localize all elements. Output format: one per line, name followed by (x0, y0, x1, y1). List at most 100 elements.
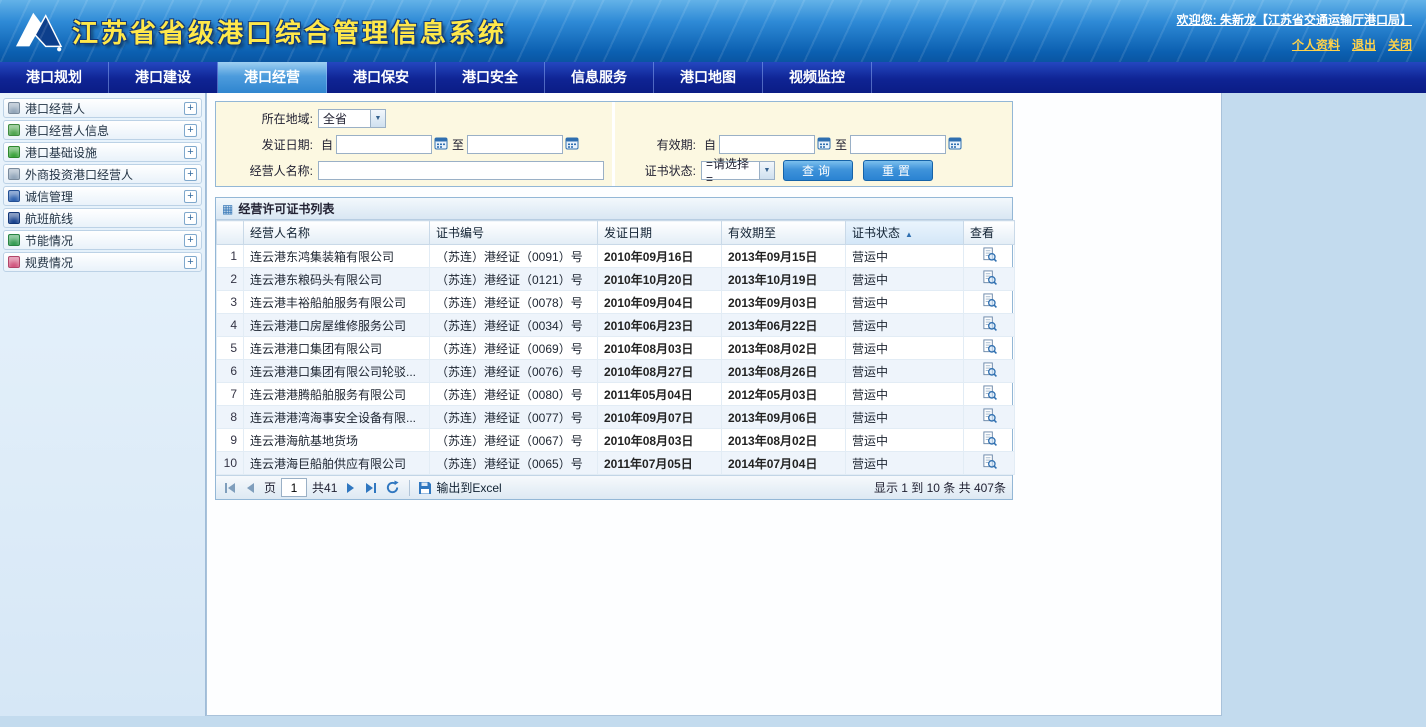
cell-view (964, 291, 1015, 314)
view-icon (982, 408, 997, 423)
cell-cert-number: （苏连）港经证（0121）号 (430, 268, 598, 291)
operator-name-input[interactable] (318, 161, 604, 180)
view-button[interactable] (981, 430, 998, 450)
expand-button[interactable]: + (184, 212, 197, 225)
table-row[interactable]: 1连云港东鸿集装箱有限公司（苏连）港经证（0091）号2010年09月16日20… (217, 245, 1015, 268)
nav-tab-port-planning[interactable]: 港口规划 (0, 62, 109, 93)
chevron-down-icon: ▼ (759, 162, 774, 179)
search-button[interactable]: 查询 (783, 160, 853, 181)
next-page-button[interactable] (342, 481, 358, 495)
prev-page-icon (244, 481, 258, 495)
view-button[interactable] (981, 338, 998, 358)
view-button[interactable] (981, 407, 998, 427)
nav-tab-port-map[interactable]: 港口地图 (654, 62, 763, 93)
cert-status-select[interactable]: =请选择= ▼ (701, 161, 775, 180)
nav-tab-port-construction[interactable]: 港口建设 (109, 62, 218, 93)
to-label: 至 (835, 136, 847, 153)
expand-button[interactable]: + (184, 234, 197, 247)
nav-tab-info-service[interactable]: 信息服务 (545, 62, 654, 93)
export-excel-button[interactable]: 输出到Excel (418, 479, 501, 496)
region-select[interactable]: 全省 ▼ (318, 109, 386, 128)
sidebar: 港口经营人+港口经营人信息+港口基础设施+外商投资港口经营人+诚信管理+航班航线… (0, 93, 206, 716)
table-row[interactable]: 10连云港海巨船舶供应有限公司（苏连）港经证（0065）号2011年07月05日… (217, 452, 1015, 475)
column-header-issue-date[interactable]: 发证日期 (598, 221, 722, 245)
cell-view (964, 337, 1015, 360)
expand-button[interactable]: + (184, 124, 197, 137)
validity-to-input[interactable] (850, 135, 946, 154)
table-header: 经营人名称证书编号发证日期有效期至证书状态▲查看 (217, 221, 1015, 245)
expand-button[interactable]: + (184, 102, 197, 115)
table-row[interactable]: 5连云港港口集团有限公司（苏连）港经证（0069）号2010年08月03日201… (217, 337, 1015, 360)
cell-row-number: 8 (217, 406, 244, 429)
nav-tab-video-monitor[interactable]: 视频监控 (763, 62, 872, 93)
sidebar-item-energy-saving[interactable]: 节能情况 + (3, 230, 202, 250)
sidebar-item-label: 诚信管理 (25, 188, 73, 205)
column-header-cert-status[interactable]: 证书状态▲ (846, 221, 964, 245)
cell-row-number: 5 (217, 337, 244, 360)
view-button[interactable] (981, 246, 998, 266)
prev-page-button[interactable] (243, 481, 259, 495)
issue-date-to-input[interactable] (467, 135, 563, 154)
sidebar-item-port-operator-info[interactable]: 港口经营人信息+ (3, 120, 202, 140)
calendar-button[interactable] (564, 136, 580, 152)
column-header-valid-until[interactable]: 有效期至 (722, 221, 846, 245)
column-header-operator-name[interactable]: 经营人名称 (244, 221, 430, 245)
view-button[interactable] (981, 361, 998, 381)
view-button[interactable] (981, 384, 998, 404)
export-excel-label: 输出到Excel (436, 479, 501, 496)
expand-button[interactable]: + (184, 256, 197, 269)
calendar-button[interactable] (816, 136, 832, 152)
cell-view (964, 268, 1015, 291)
nav-tab-port-security[interactable]: 港口保安 (327, 62, 436, 93)
table-row[interactable]: 4连云港港口房屋维修服务公司（苏连）港经证（0034）号2010年06月23日2… (217, 314, 1015, 337)
issue-date-from-input[interactable] (336, 135, 432, 154)
refresh-button[interactable] (384, 480, 401, 495)
calendar-button[interactable] (433, 136, 449, 152)
filter-box-right: 有效期: 自 至 (615, 102, 1012, 186)
logout-link[interactable]: 退出 (1352, 38, 1376, 52)
validity-from-input[interactable] (719, 135, 815, 154)
page-input[interactable] (281, 478, 307, 497)
close-link[interactable]: 关闭 (1388, 38, 1412, 52)
filter-panel: 所在地域: 全省 ▼ 发证日期: 自 (215, 101, 1013, 187)
column-header-view[interactable]: 查看 (964, 221, 1015, 245)
expand-button[interactable]: + (184, 168, 197, 181)
sidebar-item-fees[interactable]: 规费情况+ (3, 252, 202, 272)
last-page-button[interactable] (363, 481, 379, 495)
panel-title-bar: ▦ 经营许可证书列表 (216, 198, 1012, 220)
route-icon (8, 212, 20, 224)
table-row[interactable]: 6连云港港口集团有限公司轮驳...（苏连）港经证（0076）号2010年08月2… (217, 360, 1015, 383)
calendar-button[interactable] (947, 136, 963, 152)
table-row[interactable]: 7连云港港腾船舶服务有限公司（苏连）港经证（0080）号2011年05月04日2… (217, 383, 1015, 406)
pager-divider (409, 480, 410, 496)
nav-tab-port-operation[interactable]: 港口经营 (218, 62, 327, 93)
table-row[interactable]: 2连云港东粮码头有限公司（苏连）港经证（0121）号2010年10月20日201… (217, 268, 1015, 291)
table-row[interactable]: 3连云港丰裕船舶服务有限公司（苏连）港经证（0078）号2010年09月04日2… (217, 291, 1015, 314)
sidebar-item-foreign-invested-operators[interactable]: 外商投资港口经营人+ (3, 164, 202, 184)
sidebar-item-flight-routes[interactable]: 航班航线+ (3, 208, 202, 228)
expand-button[interactable]: + (184, 190, 197, 203)
cell-valid-until: 2014年07月04日 (722, 452, 846, 475)
cell-operator-name: 连云港港口集团有限公司 (244, 337, 430, 360)
table-row[interactable]: 9连云港海航基地货场（苏连）港经证（0067）号2010年08月03日2013年… (217, 429, 1015, 452)
nav-tab-port-safety[interactable]: 港口安全 (436, 62, 545, 93)
view-button[interactable] (981, 269, 998, 289)
view-button[interactable] (981, 292, 998, 312)
view-button[interactable] (981, 453, 998, 473)
sidebar-item-credit-management[interactable]: 诚信管理 + (3, 186, 202, 206)
expand-button[interactable]: + (184, 146, 197, 159)
sidebar-item-port-infrastructure[interactable]: 港口基础设施+ (3, 142, 202, 162)
to-label: 至 (452, 136, 464, 153)
first-page-button[interactable] (222, 481, 238, 495)
cell-cert-status: 营运中 (846, 360, 964, 383)
cell-row-number: 1 (217, 245, 244, 268)
calendar-icon (434, 136, 448, 150)
region-label: 所在地域: (216, 110, 318, 127)
sidebar-item-port-operators[interactable]: 港口经营人+ (3, 98, 202, 118)
sidebar-item-label: 节能情况 (25, 232, 73, 249)
table-row[interactable]: 8连云港港湾海事安全设备有限...（苏连）港经证（0077）号2010年09月0… (217, 406, 1015, 429)
personal-info-link[interactable]: 个人资料 (1292, 38, 1340, 52)
column-header-cert-number[interactable]: 证书编号 (430, 221, 598, 245)
view-button[interactable] (981, 315, 998, 335)
reset-button[interactable]: 重置 (863, 160, 933, 181)
